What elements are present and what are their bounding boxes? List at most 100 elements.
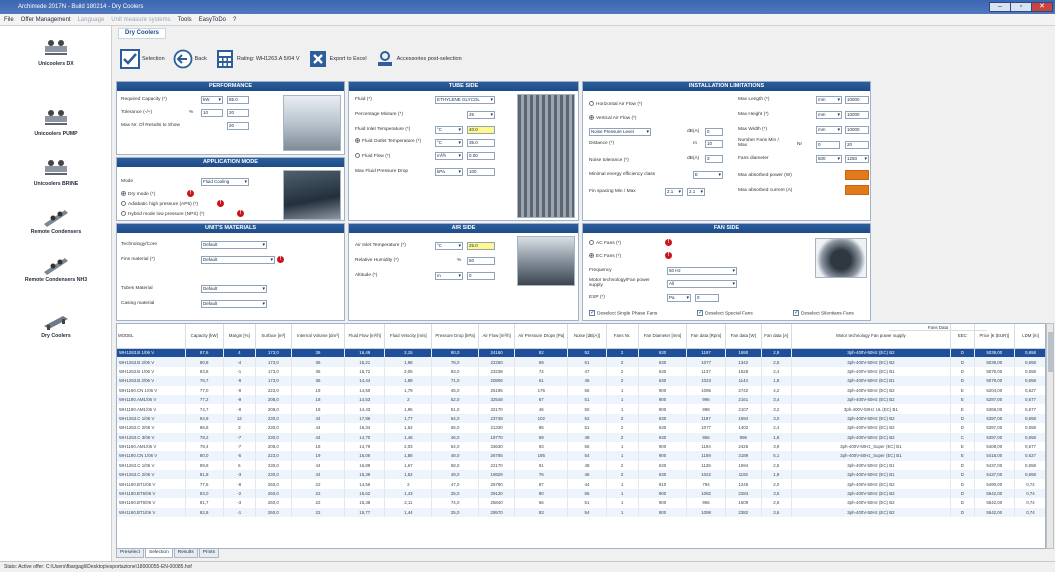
column-header[interactable]: Fluid Flow [m³/h] bbox=[344, 324, 386, 349]
table-row[interactable]: WH1263.B 1/06 V 87,6 4 173,0 36 16,49 2,15 90,0… bbox=[117, 348, 1045, 358]
column-header[interactable]: Margin [%] bbox=[223, 324, 256, 349]
noise-type-select[interactable]: Noise Pressure Level bbox=[589, 128, 651, 136]
inlet-temp-input[interactable]: 40.0 bbox=[467, 126, 495, 134]
menu-language[interactable]: Language bbox=[78, 17, 105, 23]
max-width-unit[interactable]: mm bbox=[816, 126, 842, 134]
abs-current-input[interactable] bbox=[845, 185, 869, 195]
table-row[interactable]: WH1263.B 1/06 V 83,8 -1 173,0 36 15,72 2,05 83,… bbox=[117, 366, 1045, 377]
abs-power-input[interactable] bbox=[845, 170, 869, 180]
max-results-input[interactable]: 20 bbox=[227, 122, 249, 130]
fin-min-select[interactable]: 2.1 bbox=[665, 188, 683, 196]
fans-max-input[interactable]: 20 bbox=[845, 141, 869, 149]
tab-results[interactable]: Results bbox=[173, 549, 198, 558]
deselect-single-phase[interactable]: Deselect Single Phase Fans bbox=[589, 309, 657, 316]
table-row[interactable]: WH1263.B 2/06 V 76,7 -9 173,0 36 14,44 1,88 71,… bbox=[117, 376, 1045, 386]
column-header[interactable]: Pressure Drop [kPa] bbox=[431, 324, 480, 349]
fluid-flow-radio[interactable]: Fluid Flow (*) bbox=[355, 153, 390, 159]
altitude-unit[interactable]: m bbox=[435, 272, 463, 280]
menu-unit-measure[interactable]: Unit measure systems bbox=[111, 17, 170, 23]
column-header[interactable]: Fan data [A] bbox=[761, 324, 792, 349]
deselect-special[interactable]: Deselect Special Fans bbox=[697, 309, 753, 316]
table-row[interactable]: WH1190.CN 1/06 V 77,0 -9 223,0 19 14,50 1,79 45… bbox=[117, 385, 1045, 395]
column-header[interactable]: Fans Nr. bbox=[606, 324, 639, 349]
menu-tools[interactable]: Tools bbox=[178, 17, 192, 23]
table-row[interactable]: WH1190.BT1/06 V 82,8 -1 260,0 22 15,77 1,44 25,… bbox=[117, 507, 1045, 518]
table-row[interactable]: WH1263.C 2/06 V 86,8 3 230,0 44 16,34 1,62 55,0… bbox=[117, 423, 1045, 433]
maximize-button[interactable]: ▫ bbox=[1010, 2, 1032, 12]
column-header[interactable]: Internal Volume [dm³] bbox=[291, 324, 346, 349]
tab-dry-coolers[interactable]: Dry Coolers bbox=[118, 28, 167, 39]
column-header[interactable]: Surface [m²] bbox=[255, 324, 292, 349]
outlet-temp-radio[interactable]: Fluid Outlet Temperature (*) bbox=[355, 138, 430, 144]
table-row[interactable]: WH1190.BT6/06 V 81,7 -3 260,0 22 15,38 2,11 74,… bbox=[117, 498, 1045, 508]
table-row[interactable]: WH1263.B 2/06 V 80,8 -4 173,0 36 15,21 1,98 78,… bbox=[117, 357, 1045, 367]
table-row[interactable]: WH1263.C 1/06 V 89,8 6 230,0 44 16,89 1,67 58,0… bbox=[117, 460, 1045, 471]
inlet-temp-unit[interactable]: °C bbox=[435, 126, 463, 134]
minimize-button[interactable]: – bbox=[989, 2, 1011, 12]
column-header[interactable]: Fluid Velocity [m/s] bbox=[384, 324, 433, 349]
tolerance-max-input[interactable]: 20 bbox=[227, 109, 249, 117]
menu-help[interactable]: ? bbox=[233, 17, 236, 23]
sidebar-item-unicoolers-dx[interactable]: Unicoolers DX bbox=[0, 36, 112, 94]
fin-max-select[interactable]: 2.1 bbox=[687, 188, 705, 196]
table-row[interactable]: WH1190.AM1/06 V 77,2 -9 208,0 18 14,53 2 52,0 32… bbox=[117, 394, 1045, 405]
column-header[interactable]: Capacity [kW] bbox=[185, 324, 224, 349]
menu-easytodo[interactable]: EasyToDo bbox=[199, 17, 226, 23]
outlet-temp-unit[interactable]: °C bbox=[435, 139, 463, 147]
air-inlet-unit[interactable]: °C bbox=[435, 242, 463, 250]
distance-input[interactable]: 10 bbox=[705, 140, 723, 148]
hybrid-radio[interactable]: Hybrid mode low pressure (NPS) (*) bbox=[121, 211, 205, 217]
dry-mode-radio[interactable]: Dry mode (*) bbox=[121, 191, 155, 197]
esp-unit[interactable]: Pa bbox=[667, 294, 691, 302]
column-header[interactable]: LDM [m] bbox=[1014, 324, 1045, 349]
table-row[interactable]: WH1263.C 3/06 V 78,2 -7 230,0 44 14,70 1,46 46,… bbox=[117, 432, 1045, 442]
technology-select[interactable]: Default bbox=[201, 241, 267, 249]
column-header[interactable]: MODEL bbox=[117, 324, 186, 349]
fans-diameter-max[interactable]: 1250 bbox=[845, 155, 869, 163]
capacity-input[interactable]: 85.0 bbox=[227, 96, 249, 104]
column-header[interactable]: Air Pressure Drops [Pa] bbox=[514, 324, 569, 349]
mixture-select[interactable]: 25 bbox=[467, 111, 495, 119]
fans-diameter-min[interactable]: 500 bbox=[816, 155, 842, 163]
pressure-drop-unit[interactable]: kPa bbox=[435, 168, 463, 176]
export-excel-button[interactable]: Export to Excel bbox=[308, 49, 367, 69]
table-row[interactable]: WH1190.AM1/06 V 74,7 -9 208,0 18 14,43 1,95 51,… bbox=[117, 404, 1045, 414]
tolerance-min-input[interactable]: 10 bbox=[201, 109, 223, 117]
tab-selection[interactable]: Selection bbox=[145, 549, 173, 558]
fluid-flow-input[interactable]: 0.00 bbox=[467, 152, 495, 160]
tubes-material-select[interactable]: Default bbox=[201, 285, 267, 293]
column-header[interactable]: Fan Diameter [mm] bbox=[638, 324, 688, 349]
table-row[interactable]: WH1190.BT1/06 V 77,5 -8 260,0 22 14,56 2 47,0 25… bbox=[117, 479, 1045, 489]
esp-input[interactable]: 0 bbox=[695, 294, 719, 302]
max-length-unit[interactable]: mm bbox=[816, 96, 842, 104]
humidity-input[interactable]: 50 bbox=[467, 257, 495, 265]
results-scrollbar[interactable] bbox=[1046, 323, 1054, 549]
accessories-button[interactable]: Accessories post-selection bbox=[375, 49, 462, 69]
back-button[interactable]: Back bbox=[173, 49, 207, 69]
fluid-select[interactable]: ETHYLENE GLYCOL bbox=[435, 96, 495, 104]
table-row[interactable]: WH1263.C 2/06 V 81,8 -3 230,0 44 15,39 1,52 49,… bbox=[117, 470, 1045, 480]
fins-material-select[interactable]: Default bbox=[201, 256, 275, 264]
sidebar-item-remote-condensers-nh3[interactable]: Remote Condensers NH3 bbox=[0, 252, 112, 310]
table-row[interactable]: WH1190.AM1/06 V 78,4 -7 208,0 18 14,79 2,03 54,… bbox=[117, 441, 1045, 452]
horizontal-flow-radio[interactable]: Horizontal Air Flow (*) bbox=[589, 101, 642, 107]
max-length-input[interactable]: 10000 bbox=[845, 96, 869, 104]
ac-fans-radio[interactable]: AC Fans (*) bbox=[589, 240, 621, 246]
fluid-flow-unit[interactable]: m³/h bbox=[435, 152, 463, 160]
mode-select[interactable]: Fluid Cooling bbox=[201, 178, 249, 186]
altitude-input[interactable]: 0 bbox=[467, 272, 495, 280]
column-header[interactable]: Fan data [W] bbox=[725, 324, 762, 349]
outlet-temp-input[interactable]: 35.0 bbox=[467, 139, 495, 147]
capacity-unit-select[interactable]: kW bbox=[201, 96, 223, 104]
tab-prints[interactable]: Prints bbox=[198, 549, 219, 558]
noise-tolerance-input[interactable]: 3 bbox=[705, 155, 723, 163]
column-header[interactable]: Air Flow [m³/h] bbox=[478, 324, 516, 349]
column-header[interactable]: Noise [dB(A)] bbox=[567, 324, 607, 349]
selection-button[interactable]: Selection bbox=[120, 49, 165, 69]
menu-file[interactable]: File bbox=[4, 17, 14, 23]
table-row[interactable]: WH1190.CN 1/06 V 80,0 -5 223,0 19 15,06 1,86 48… bbox=[117, 451, 1045, 461]
scrollbar-thumb[interactable] bbox=[1048, 332, 1053, 372]
casing-material-select[interactable]: Default bbox=[201, 300, 267, 308]
frequency-select[interactable]: 50 Hz bbox=[667, 267, 737, 275]
adiabatic-radio[interactable]: Adiabatic high pressure (AP5) (*) bbox=[121, 201, 198, 207]
